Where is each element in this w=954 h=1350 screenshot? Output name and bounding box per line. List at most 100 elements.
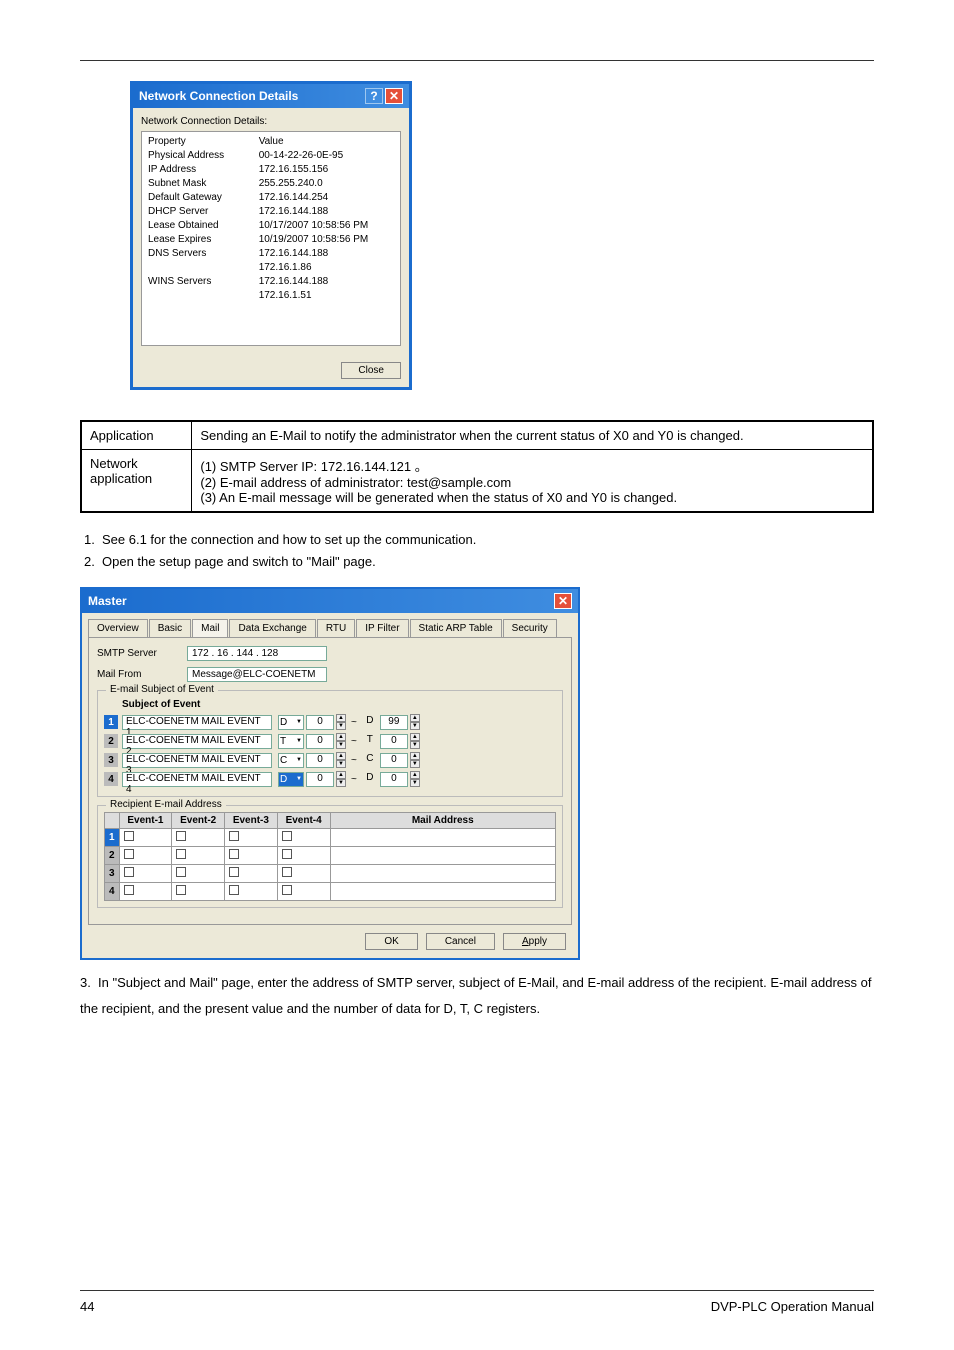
mail-address-input[interactable] [330,829,556,847]
nc-prop: Physical Address [148,149,259,163]
ok-button[interactable]: OK [365,933,417,950]
recip-row: 4 [105,883,556,901]
recip-col: Event-1 [119,813,172,829]
step-text: In "Subject and Mail" page, enter the ad… [80,975,871,1016]
reg-start-input[interactable]: 0 [306,715,334,730]
reg-end-input[interactable]: 0 [380,772,408,787]
tab-rtu[interactable]: RTU [317,619,355,637]
stepper-icon[interactable]: ▲▼ [410,752,420,768]
dialog-titlebar: Network Connection Details ? ✕ [133,84,409,108]
nc-val: 172.16.144.188 [259,205,394,219]
close-icon[interactable]: ✕ [385,88,403,104]
nc-val: 172.16.144.254 [259,191,394,205]
reg-type-select[interactable]: D▼ [278,772,304,787]
reg-start-input[interactable]: 0 [306,753,334,768]
reg-end-input[interactable]: 0 [380,734,408,749]
mailfrom-input[interactable]: Message@ELC-COENETM [187,667,327,682]
checkbox[interactable] [282,831,292,841]
nc-val: 172.16.155.156 [259,163,394,177]
checkbox[interactable] [282,867,292,877]
cancel-button[interactable]: Cancel [426,933,495,950]
checkbox[interactable] [176,849,186,859]
checkbox[interactable] [176,867,186,877]
reg-type-label: T [362,734,378,749]
master-title: Master [88,594,127,608]
nc-val: 172.16.144.188 [259,247,394,261]
net-app-text: (1) SMTP Server IP: 172.16.144.121 。 (2)… [192,450,873,513]
recip-col: Mail Address [330,813,556,829]
nc-prop: Subnet Mask [148,177,259,191]
nc-table: Property Value Physical Address00-14-22-… [141,131,401,346]
reg-type-select[interactable]: T▼ [278,734,304,749]
stepper-icon[interactable]: ▲▼ [336,752,346,768]
stepper-icon[interactable]: ▲▼ [410,771,420,787]
reg-start-input[interactable]: 0 [306,734,334,749]
checkbox[interactable] [229,885,239,895]
step-item: 2.Open the setup page and switch to "Mai… [84,551,874,573]
checkbox[interactable] [229,849,239,859]
subject-input[interactable]: ELC-COENETM MAIL EVENT 2 [122,734,272,749]
subject-input[interactable]: ELC-COENETM MAIL EVENT 4 [122,772,272,787]
reg-type-label: C [362,753,378,768]
nc-col-property: Property [148,136,259,147]
checkbox[interactable] [176,831,186,841]
recipient-legend: Recipient E-mail Address [106,799,226,810]
tab-ip-filter[interactable]: IP Filter [356,619,408,637]
close-button[interactable]: Close [341,362,401,379]
checkbox[interactable] [124,831,134,841]
subject-input[interactable]: ELC-COENETM MAIL EVENT 3 [122,753,272,768]
nc-prop: DNS Servers [148,247,259,261]
network-connection-details-dialog: Network Connection Details ? ✕ Network C… [130,81,412,390]
checkbox[interactable] [124,849,134,859]
app-label: Application [81,421,192,450]
stepper-icon[interactable]: ▲▼ [336,771,346,787]
nc-prop [148,261,259,275]
nc-val: 172.16.144.188 [259,275,394,289]
net-app-line: (2) E-mail address of administrator: tes… [200,475,864,490]
smtp-input[interactable]: 172 . 16 . 144 . 128 [187,646,327,661]
row-number: 2 [105,847,120,865]
net-app-line: (3) An E-mail message will be generated … [200,490,864,505]
recip-col: Event-2 [172,813,225,829]
checkbox[interactable] [229,831,239,841]
subject-row: 4 ELC-COENETM MAIL EVENT 4 D▼ 0 ▲▼ ~ D 0… [104,771,556,787]
tab-overview[interactable]: Overview [88,619,148,637]
stepper-icon[interactable]: ▲▼ [410,714,420,730]
reg-type-select[interactable]: C▼ [278,753,304,768]
tab-mail[interactable]: Mail [192,619,228,637]
checkbox[interactable] [176,885,186,895]
subject-legend: E-mail Subject of Event [106,684,218,695]
checkbox[interactable] [229,867,239,877]
mail-address-input[interactable] [330,883,556,901]
reg-start-input[interactable]: 0 [306,772,334,787]
tab-static-arp-table[interactable]: Static ARP Table [410,619,502,637]
mail-address-input[interactable] [330,847,556,865]
stepper-icon[interactable]: ▲▼ [410,733,420,749]
smtp-label: SMTP Server [97,648,187,659]
stepper-icon[interactable]: ▲▼ [336,714,346,730]
reg-end-input[interactable]: 99 [380,715,408,730]
tab-data-exchange[interactable]: Data Exchange [229,619,315,637]
checkbox[interactable] [282,885,292,895]
apply-button[interactable]: Apply [503,933,566,950]
nc-subtitle: Network Connection Details: [141,116,401,127]
checkbox[interactable] [124,867,134,877]
reg-end-input[interactable]: 0 [380,753,408,768]
help-icon[interactable]: ? [365,88,383,104]
reg-type-select[interactable]: D▼ [278,715,304,730]
dialog-title: Network Connection Details [139,89,298,103]
subject-row: 3 ELC-COENETM MAIL EVENT 3 C▼ 0 ▲▼ ~ C 0… [104,752,556,768]
doc-title: DVP-PLC Operation Manual [711,1299,874,1314]
tab-basic[interactable]: Basic [149,619,191,637]
stepper-icon[interactable]: ▲▼ [336,733,346,749]
checkbox[interactable] [124,885,134,895]
subject-row: 2 ELC-COENETM MAIL EVENT 2 T▼ 0 ▲▼ ~ T 0… [104,733,556,749]
mail-address-input[interactable] [330,865,556,883]
tab-security[interactable]: Security [503,619,557,637]
subject-input[interactable]: ELC-COENETM MAIL EVENT 1 [122,715,272,730]
row-number: 4 [104,772,118,786]
close-icon[interactable]: ✕ [554,593,572,609]
recip-col: Event-4 [277,813,330,829]
checkbox[interactable] [282,849,292,859]
row-number: 1 [105,829,120,847]
